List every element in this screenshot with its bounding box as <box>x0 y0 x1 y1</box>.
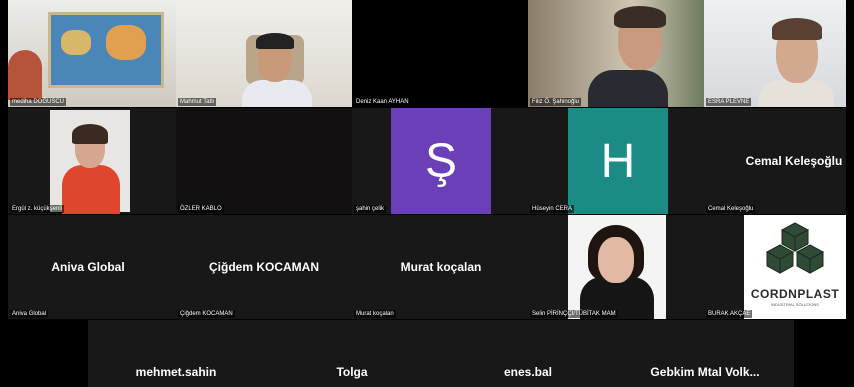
participant-video <box>704 0 846 107</box>
participant-name: Aniva Global <box>10 310 49 318</box>
participant-display-name: mehmet.sahin <box>135 365 217 379</box>
participant-video <box>50 110 130 214</box>
participant-tile[interactable]: Gebkim Mtal Volk... <box>616 320 794 387</box>
wall-map <box>48 12 164 88</box>
participant-display-name: Cemal Keleşoğlu <box>745 154 843 168</box>
participant-tile[interactable]: CORDNPLAST INDUSTRIAL SOLUTIONS BURAK AK… <box>704 215 846 319</box>
participant-video <box>176 0 352 107</box>
participant-tile[interactable]: enes.bal <box>440 320 616 387</box>
participant-name: Filiz Ö. Şahinoğlu <box>530 98 582 106</box>
participant-name: Murat koçalan <box>354 310 396 318</box>
participant-video <box>8 0 176 107</box>
participant-name: Deniz Kaan AYHAN <box>354 98 411 106</box>
participant-tile[interactable]: Selin PİRİNÇÇİ/TÜBİTAK MAM <box>528 215 704 319</box>
avatar-initial: Ş <box>424 134 457 188</box>
participant-display-name: Çiğdem KOCAMAN <box>209 260 319 274</box>
participant-name: Ergül z. küçükşenli <box>10 205 65 213</box>
participant-tile[interactable]: H Hüseyin CERA <box>528 108 704 214</box>
logo-subtext: INDUSTRIAL SOLUTIONS <box>771 302 819 307</box>
cubes-icon <box>765 222 825 274</box>
avatar-initial: H <box>600 134 636 188</box>
participant-tile[interactable]: Ş şahin çelik <box>352 108 528 214</box>
participant-tile[interactable] <box>8 320 88 387</box>
participant-tile[interactable]: ÖZLER KABLO <box>176 108 352 214</box>
participant-video <box>528 0 704 107</box>
avatar: Ş <box>391 108 491 214</box>
participant-display-name: Tolga <box>336 365 368 379</box>
participant-video <box>176 108 352 214</box>
participant-tile[interactable]: Cemal Keleşoğlu Cemal Keleşoğlu <box>704 108 846 214</box>
participant-name: Hüseyin CERA <box>530 205 575 213</box>
avatar: H <box>568 108 668 214</box>
participant-tile[interactable]: Murat koçalan Murat koçalan <box>352 215 528 319</box>
participant-name: Cemal Keleşoğlu <box>706 205 756 213</box>
participant-tile[interactable]: Filiz Ö. Şahinoğlu <box>528 0 704 107</box>
participant-name: ESRA PLEVNE <box>706 98 752 106</box>
participant-name: Çiğdem KOCAMAN <box>178 310 235 318</box>
participant-tile[interactable]: Mahmut Tatlı <box>176 0 352 107</box>
participant-tile[interactable]: Tolga <box>264 320 440 387</box>
participant-tile[interactable]: mehmet.sahin <box>88 320 264 387</box>
participant-name: Selin PİRİNÇÇİ/TÜBİTAK MAM <box>530 310 618 318</box>
participant-name: Mahmut Tatlı <box>178 98 217 106</box>
participant-photo <box>568 215 666 319</box>
participant-tile[interactable]: Aniva Global Aniva Global <box>8 215 176 319</box>
participant-name: mediha DOĞUSCU <box>10 98 67 106</box>
participant-tile[interactable]: Çiğdem KOCAMAN Çiğdem KOCAMAN <box>176 215 352 319</box>
participant-display-name: Gebkim Mtal Volk... <box>650 365 760 379</box>
participant-display-name: enes.bal <box>503 365 553 379</box>
participant-tile[interactable]: ESRA PLEVNE <box>704 0 846 107</box>
logo-text: CORDNPLAST <box>750 287 840 301</box>
participant-name: BURAK AKÇAE <box>706 310 753 318</box>
participant-tile[interactable]: Deniz Kaan AYHAN <box>352 0 528 107</box>
participant-display-name: Murat koçalan <box>400 260 482 274</box>
participant-name: ÖZLER KABLO <box>178 205 224 213</box>
participant-tile[interactable]: mediha DOĞUSCU <box>8 0 176 107</box>
participant-display-name: Aniva Global <box>51 260 125 274</box>
company-logo: CORDNPLAST INDUSTRIAL SOLUTIONS <box>744 215 846 319</box>
participant-tile[interactable]: Ergül z. küçükşenli <box>8 108 176 214</box>
participant-name: şahin çelik <box>354 205 387 213</box>
